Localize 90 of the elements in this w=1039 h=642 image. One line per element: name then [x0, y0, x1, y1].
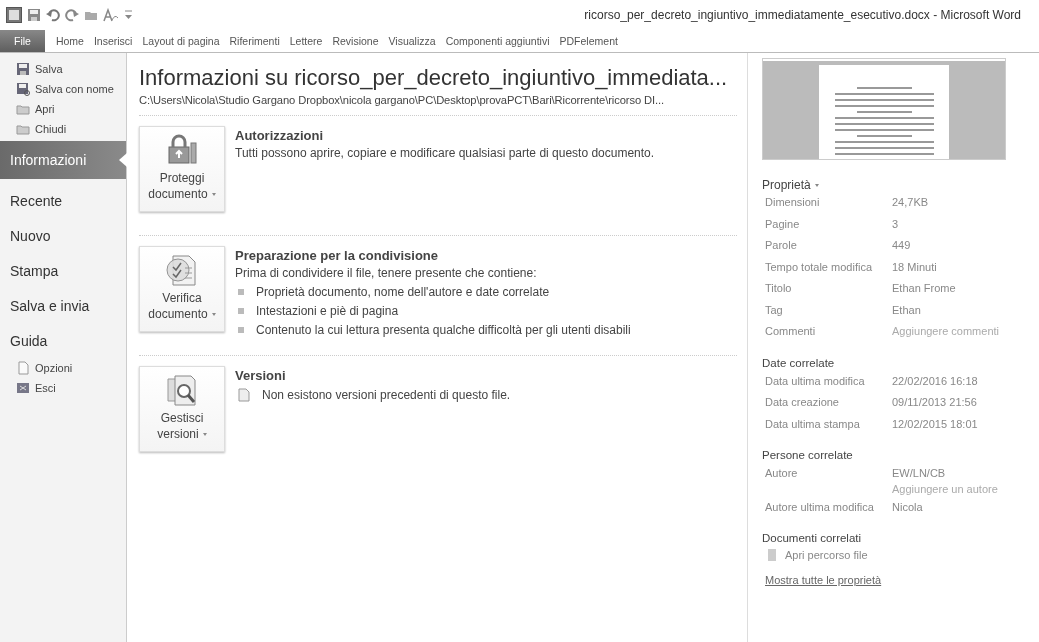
action-button[interactable]: Proteggi documento	[139, 126, 225, 212]
sidebar-item[interactable]: Chiudi	[0, 119, 126, 139]
app-icon	[6, 7, 22, 23]
document-icon	[238, 388, 250, 402]
page-title: Informazioni su ricorso_per_decreto_ingiuntivo_immediata...	[139, 65, 729, 91]
sidebar-item[interactable]: Salva	[0, 59, 126, 79]
ribbon-tab[interactable]: Inserisci	[88, 30, 138, 52]
section-description: Prima di condividere il file, tenere presente che contiene:	[235, 266, 538, 280]
bullet-icon	[238, 289, 244, 295]
property-value: 22/02/2016 16:18	[892, 373, 978, 389]
section-heading: Versioni	[235, 368, 287, 383]
sidebar-item[interactable]: Stampa	[0, 253, 126, 288]
property-value: 449	[892, 238, 911, 253]
ribbon-tab[interactable]: Componenti aggiuntivi	[440, 30, 555, 52]
ribbon-tab[interactable]: PDFelement	[554, 30, 623, 52]
sidebar-item[interactable]: Opzioni	[0, 358, 126, 378]
save-icon	[16, 62, 30, 76]
property-value: Ethan	[892, 302, 921, 318]
sidebar-item[interactable]: Salva e invia	[0, 288, 126, 323]
property-value: Ethan Frome	[892, 281, 956, 296]
ribbon-tab[interactable]: Revisione	[327, 30, 384, 52]
section-heading: Autorizzazioni	[235, 128, 325, 143]
group-heading: Persone correlate	[762, 449, 854, 461]
property-value: 3	[892, 216, 899, 232]
section-description: Tutti possono aprire, copiare e modificare qualsiasi parte di questo documento.	[235, 146, 655, 160]
bullet-text: Contenuto la cui lettura presenta qualche difficoltà per gli utenti disabili	[256, 323, 631, 337]
open-path-link[interactable]: Apri percorso file	[785, 549, 868, 561]
group-heading: Date correlate	[762, 356, 836, 369]
property-label: Tempo totale modifica	[765, 259, 873, 275]
file-tab[interactable]: File	[0, 30, 45, 52]
property-value: EW/LN/CB	[892, 466, 947, 481]
caret-icon	[202, 433, 207, 437]
ribbon-tab[interactable]: Lettere	[284, 30, 328, 52]
save-as-icon	[16, 82, 30, 96]
versions-note: Non esistono versioni precedenti di questo file.	[262, 388, 511, 402]
window-title: ricorso_per_decreto_ingiuntivo_immediatamente_esecutivo.docx - Microsoft Word	[584, 8, 1021, 22]
save-icon[interactable]	[27, 8, 41, 22]
bullet-icon	[238, 308, 244, 314]
exit-icon	[16, 381, 30, 395]
sidebar-item[interactable]: Salva con nome	[0, 79, 126, 99]
redo-icon[interactable]	[65, 8, 79, 22]
property-label: Data creazione	[765, 395, 840, 410]
sidebar-item[interactable]: Recente	[0, 183, 126, 218]
sidebar-item[interactable]: Informazioni	[0, 141, 126, 179]
property-label: Tag	[765, 302, 784, 318]
property-label: Commenti	[765, 324, 817, 339]
document-check-icon	[165, 253, 199, 287]
property-value: 12/02/2015 18:01	[892, 416, 978, 432]
property-label: Titolo	[765, 281, 793, 296]
property-value: 18 Minuti	[892, 259, 937, 275]
properties-dropdown[interactable]: Proprietà	[762, 178, 819, 192]
page-icon	[16, 361, 30, 375]
property-label: Data ultima modifica	[765, 373, 866, 389]
folder-icon	[767, 548, 777, 562]
folder-icon	[16, 122, 30, 136]
file-path: C:\Users\Nicola\Studio Gargano Dropbox\nicola gargano\PC\Desktop\provaPCT\Bari\Ricorrente\ricorso DI...	[139, 94, 666, 106]
property-label: Parole	[765, 238, 798, 253]
text-format-icon[interactable]	[103, 8, 119, 22]
caret-icon	[814, 184, 819, 188]
bullet-text: Intestazioni e piè di pagina	[256, 304, 399, 318]
ribbon-tab[interactable]: Home	[50, 30, 89, 52]
bullet-icon	[238, 327, 244, 333]
sidebar-item[interactable]: Guida	[0, 323, 126, 358]
group-heading: Documenti correlati	[762, 532, 863, 544]
sidebar-item[interactable]: Apri	[0, 99, 126, 119]
caret-icon	[211, 313, 216, 317]
undo-icon[interactable]	[46, 8, 60, 22]
action-button[interactable]: Verifica documento	[139, 246, 225, 332]
documents-search-icon	[165, 373, 199, 407]
customize-icon[interactable]	[124, 9, 133, 21]
show-all-link[interactable]: Mostra tutte le proprietà	[762, 574, 882, 586]
section-heading: Preparazione per la condivisione	[235, 248, 439, 263]
property-value: 24,7KB	[892, 195, 929, 210]
caret-icon	[211, 193, 216, 197]
ribbon-tab[interactable]: Riferimenti	[224, 30, 285, 52]
property-label: Dimensioni	[765, 195, 821, 210]
property-label: Autore ultima modifica	[765, 499, 875, 515]
property-label: Autore	[765, 466, 799, 481]
ribbon-tab[interactable]: Layout di pagina	[137, 30, 225, 52]
folder-icon	[16, 102, 30, 116]
lock-key-icon	[165, 133, 199, 167]
ribbon-tab[interactable]: Visualizza	[383, 30, 441, 52]
bullet-text: Proprietà documento, nome dell'autore e date correlate	[256, 285, 550, 299]
property-value: 09/11/2013 21:56	[892, 395, 977, 410]
property-label: Pagine	[765, 216, 801, 232]
property-label: Data ultima stampa	[765, 416, 861, 432]
property-value: Nicola	[892, 499, 923, 515]
sidebar-item[interactable]: Nuovo	[0, 218, 126, 253]
sidebar-item[interactable]: Esci	[0, 378, 126, 398]
action-button[interactable]: Gestisci versioni	[139, 366, 225, 452]
